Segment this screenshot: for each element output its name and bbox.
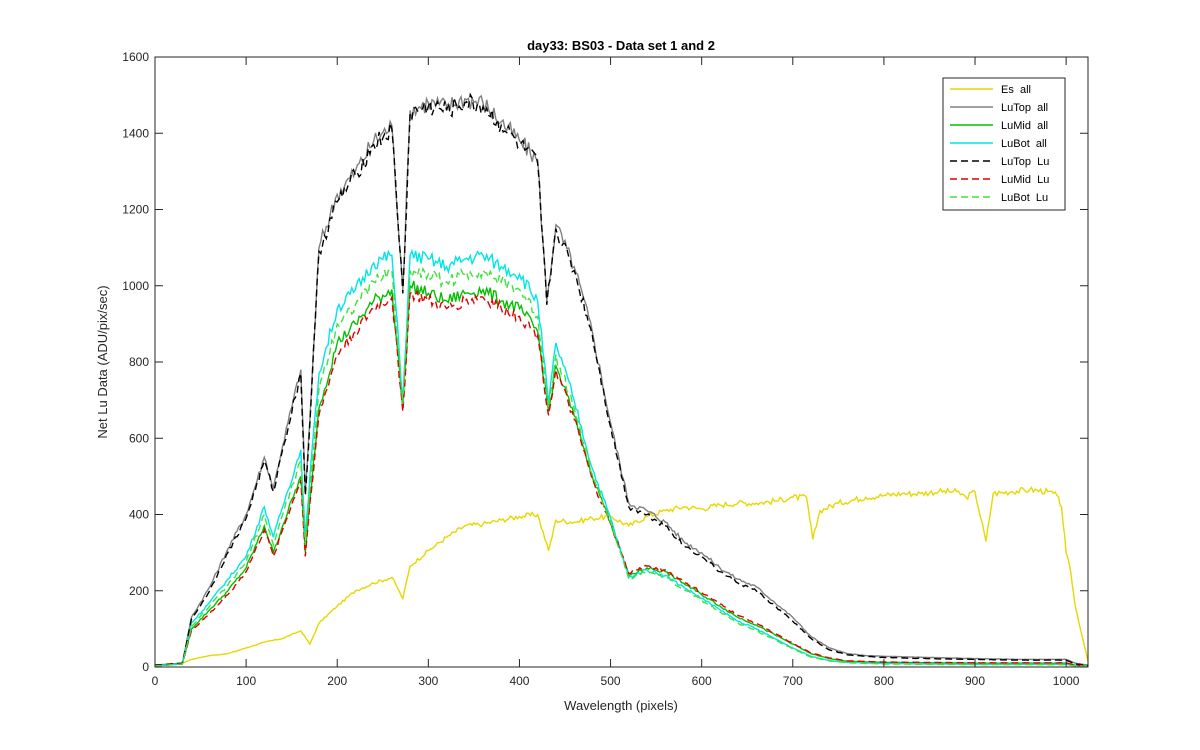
x-tick-label: 800 — [874, 674, 894, 688]
y-tick-label: 1600 — [122, 50, 149, 64]
y-tick-label: 0 — [142, 660, 149, 674]
legend-entry-label: Es all — [1001, 84, 1031, 96]
x-tick-label: 600 — [692, 674, 712, 688]
legend-entry-label: LuTop all — [1001, 102, 1048, 114]
x-tick-label: 500 — [601, 674, 621, 688]
legend-entry-label: LuBot Lu — [1001, 192, 1048, 204]
y-tick-label: 600 — [129, 431, 149, 445]
y-tick-label: 200 — [129, 584, 149, 598]
x-tick-label: 1000 — [1053, 674, 1080, 688]
legend-entry-label: LuMid all — [1001, 120, 1048, 132]
chart-title: day33: BS03 - Data set 1 and 2 — [527, 38, 715, 53]
y-tick-label: 1000 — [122, 279, 149, 293]
y-tick-label: 400 — [129, 508, 149, 522]
x-tick-label: 100 — [236, 674, 256, 688]
legend: Es all LuTop all LuMid all LuBot all LuTop L… — [942, 77, 1066, 211]
legend-entry-label: LuBot all — [1001, 138, 1047, 150]
legend-entry-label: LuMid Lu — [1001, 174, 1049, 186]
x-axis-label: Wavelength (pixels) — [564, 698, 678, 713]
x-tick-label: 300 — [418, 674, 438, 688]
line-chart: 0 100 200 300 400 500 600 700 800 900 1000 0 200 400 6… — [95, 38, 1089, 713]
y-tick-label: 800 — [129, 355, 149, 369]
x-tick-label: 700 — [783, 674, 803, 688]
y-axis-label: Net Lu Data (ADU/pix/sec) — [95, 285, 110, 438]
x-tick-label: 200 — [327, 674, 347, 688]
y-tick-label: 1200 — [122, 203, 149, 217]
legend-entry-label: LuTop Lu — [1001, 156, 1049, 168]
x-tick-label: 900 — [965, 674, 985, 688]
y-tick-label: 1400 — [122, 126, 149, 140]
x-tick-label: 400 — [509, 674, 529, 688]
x-tick-label: 0 — [152, 674, 159, 688]
